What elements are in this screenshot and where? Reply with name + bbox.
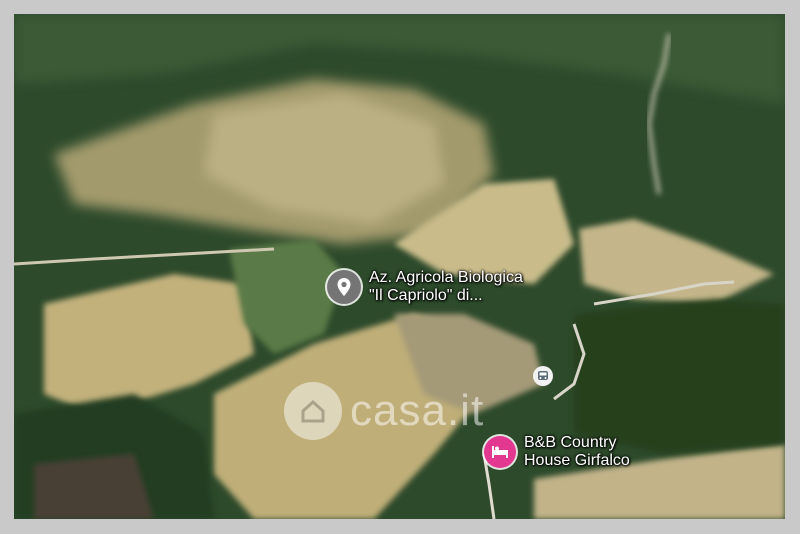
place-label-line1: Az. Agricola Biologica xyxy=(369,269,523,286)
house-icon xyxy=(284,382,342,440)
bus-icon xyxy=(538,371,548,380)
map-view[interactable]: casa.it Az. Agricola Biologica "Il Capri… xyxy=(14,14,785,519)
place-label: B&B Country House Girfalco xyxy=(524,434,630,470)
bed-icon xyxy=(484,436,516,468)
bus-stop-marker[interactable] xyxy=(533,366,553,386)
place-marker-agricola[interactable]: Az. Agricola Biologica "Il Capriolo" di.… xyxy=(327,269,523,305)
satellite-imagery xyxy=(14,14,785,519)
place-label-line2: "Il Capriolo" di... xyxy=(369,287,483,304)
watermark-text: casa.it xyxy=(350,386,485,435)
place-marker-bnb[interactable]: B&B Country House Girfalco xyxy=(484,434,630,470)
place-label-line1: B&B Country xyxy=(524,434,617,451)
watermark: casa.it xyxy=(284,382,484,440)
place-label-line2: House Girfalco xyxy=(524,452,630,469)
location-pin-icon xyxy=(327,270,361,304)
place-label: Az. Agricola Biologica "Il Capriolo" di.… xyxy=(369,269,523,305)
